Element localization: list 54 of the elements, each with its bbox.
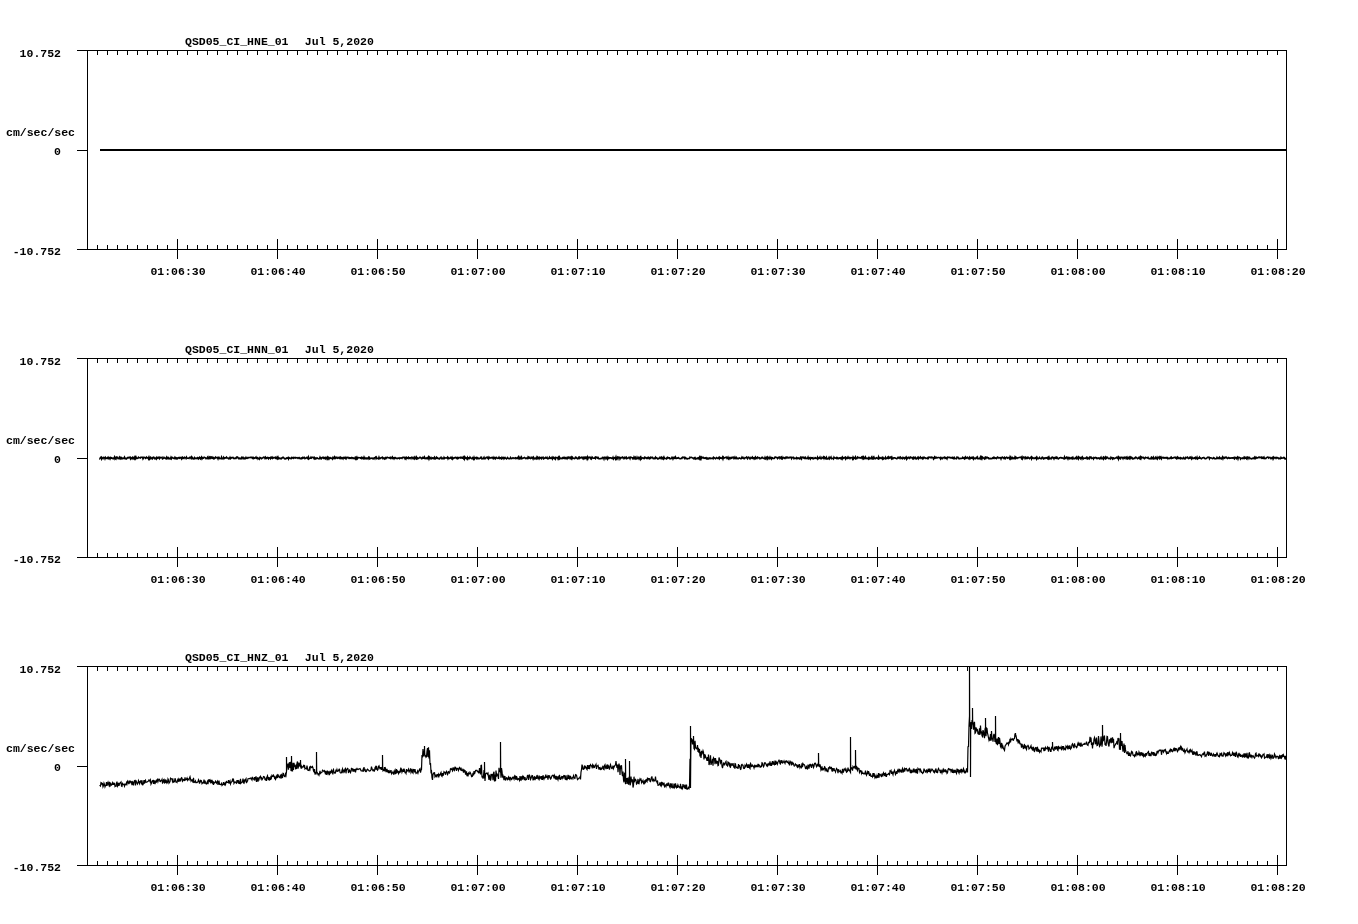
x-tick-label: 01:06:50 xyxy=(350,881,406,894)
y-tick-label: -10.752 xyxy=(12,553,61,566)
x-tick-label: 01:07:40 xyxy=(850,881,906,894)
x-tick-label: 01:08:00 xyxy=(1050,573,1106,586)
chart-title: QSD05_CI_HNZ_01 xyxy=(185,651,289,664)
y-tick-label: 10.752 xyxy=(19,354,61,368)
x-tick-label: 01:08:20 xyxy=(1250,881,1306,894)
y-axis-title: cm/sec/sec xyxy=(6,434,75,447)
x-tick-label: 01:07:40 xyxy=(850,265,906,278)
x-tick-label: 01:06:50 xyxy=(350,573,406,586)
x-tick-label: 01:08:20 xyxy=(1250,265,1306,278)
x-tick-label: 01:06:30 xyxy=(150,881,206,894)
y-tick-label: 10.752 xyxy=(19,46,61,60)
y-tick-label: -10.752 xyxy=(12,861,61,874)
y-axis-title: cm/sec/sec xyxy=(6,126,75,139)
x-tick-label: 01:08:10 xyxy=(1150,881,1206,894)
x-tick-label: 01:08:10 xyxy=(1150,573,1206,586)
chart-title: QSD05_CI_HNE_01 xyxy=(185,35,289,48)
x-tick-label: 01:07:00 xyxy=(450,573,506,586)
x-tick-label: 01:07:50 xyxy=(950,573,1006,586)
y-axis-title: cm/sec/sec xyxy=(6,742,75,755)
x-tick-label: 01:07:20 xyxy=(650,265,706,278)
x-tick-label: 01:07:50 xyxy=(950,265,1006,278)
y-tick-label: 0 xyxy=(54,761,61,774)
x-tick-label: 01:07:10 xyxy=(550,881,606,894)
chart-date: Jul 5,2020 xyxy=(304,35,374,48)
x-tick-label: 01:06:40 xyxy=(250,265,306,278)
y-tick-label: 0 xyxy=(54,453,61,466)
x-tick-label: 01:06:40 xyxy=(250,881,306,894)
x-tick-label: 01:07:10 xyxy=(550,573,606,586)
x-tick-label: 01:07:50 xyxy=(950,881,1006,894)
x-tick-label: 01:06:40 xyxy=(250,573,306,586)
x-tick-label: 01:07:30 xyxy=(750,881,806,894)
chart-date: Jul 5,2020 xyxy=(304,343,374,356)
x-tick-label: 01:07:10 xyxy=(550,265,606,278)
y-tick-label: -10.752 xyxy=(12,245,61,258)
x-tick-label: 01:08:10 xyxy=(1150,265,1206,278)
x-tick-label: 01:07:30 xyxy=(750,265,806,278)
x-tick-label: 01:07:20 xyxy=(650,573,706,586)
chart-date: Jul 5,2020 xyxy=(304,651,374,664)
x-tick-label: 01:08:00 xyxy=(1050,265,1106,278)
x-tick-label: 01:06:30 xyxy=(150,573,206,586)
x-tick-label: 01:08:00 xyxy=(1050,881,1106,894)
x-tick-label: 01:06:50 xyxy=(350,265,406,278)
x-tick-label: 01:07:00 xyxy=(450,265,506,278)
y-tick-label: 0 xyxy=(54,145,61,158)
x-tick-label: 01:07:20 xyxy=(650,881,706,894)
x-tick-label: 01:06:30 xyxy=(150,265,206,278)
y-tick-label: 10.752 xyxy=(19,662,61,676)
x-tick-label: 01:07:00 xyxy=(450,881,506,894)
x-tick-label: 01:07:30 xyxy=(750,573,806,586)
chart-title: QSD05_CI_HNN_01 xyxy=(185,343,289,356)
x-tick-label: 01:07:40 xyxy=(850,573,906,586)
x-tick-label: 01:08:20 xyxy=(1250,573,1306,586)
